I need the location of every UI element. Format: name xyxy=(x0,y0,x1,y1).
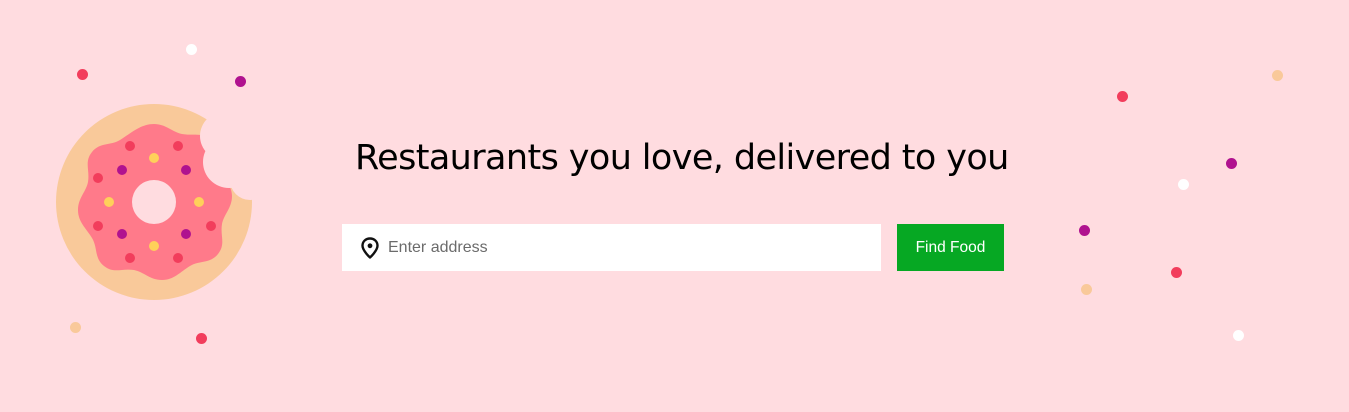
page-headline: Restaurants you love, delivered to you xyxy=(355,138,1009,178)
hero-banner: Restaurants you love, delivered to you F… xyxy=(0,0,1349,412)
confetti-dot xyxy=(1171,267,1182,278)
confetti-dot xyxy=(1233,330,1244,341)
confetti-dot xyxy=(235,76,246,87)
confetti-dot xyxy=(1079,225,1090,236)
address-search-box[interactable] xyxy=(342,224,881,271)
find-food-button[interactable]: Find Food xyxy=(897,224,1004,271)
address-input[interactable] xyxy=(388,224,868,271)
location-pin-icon xyxy=(361,237,379,259)
confetti-dot xyxy=(1178,179,1189,190)
confetti-dot xyxy=(196,333,207,344)
donut-illustration xyxy=(56,104,254,300)
confetti-dot xyxy=(1226,158,1237,169)
confetti-dot xyxy=(1272,70,1283,81)
confetti-dot xyxy=(1081,284,1092,295)
confetti-dot xyxy=(70,322,81,333)
confetti-dot xyxy=(1117,91,1128,102)
confetti-dot xyxy=(77,69,88,80)
confetti-dot xyxy=(186,44,197,55)
